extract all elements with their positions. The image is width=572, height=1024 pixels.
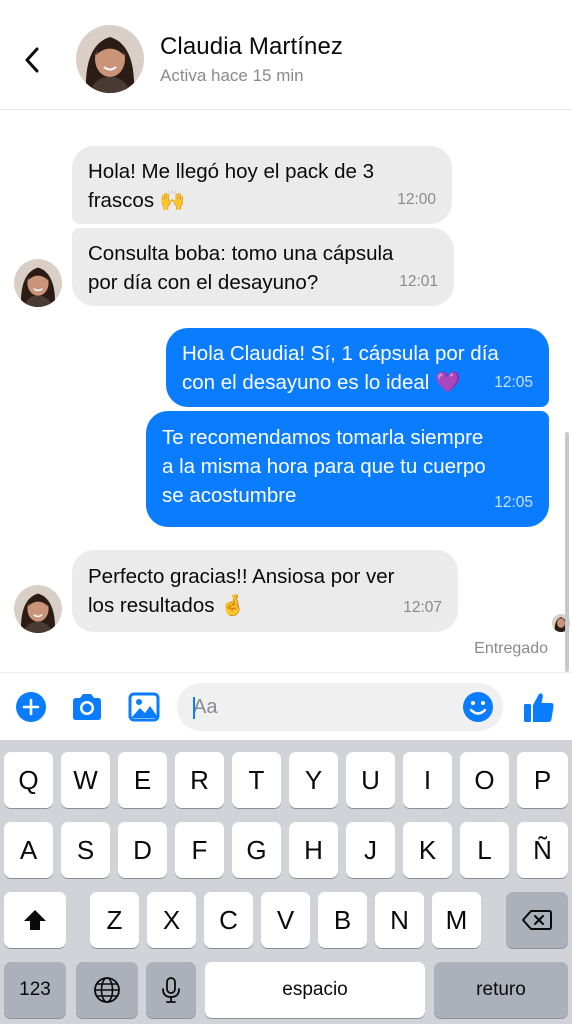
message-input[interactable]: [177, 683, 503, 731]
contact-avatar[interactable]: [14, 585, 62, 633]
keyboard: Q W E R T Y U I O P A S D F G H J K L Ñ …: [0, 740, 572, 1024]
plus-icon: [16, 692, 46, 722]
key-q[interactable]: Q: [4, 752, 53, 808]
emoji-button[interactable]: [461, 690, 495, 724]
camera-icon: [73, 694, 101, 720]
key-x[interactable]: X: [147, 892, 196, 948]
message-text: Hola! Me llegó hoy el pack de 3 frascos …: [88, 160, 375, 212]
message-bubble-incoming[interactable]: Perfecto gracias!! Ansiosa por ver los r…: [72, 550, 458, 632]
key-t[interactable]: T: [232, 752, 281, 808]
message-text: Hola Claudia! Sí, 1 cápsula por día con …: [182, 342, 499, 394]
gallery-button[interactable]: [127, 690, 161, 724]
contact-name[interactable]: Claudia Martínez: [160, 33, 343, 61]
key-e[interactable]: E: [118, 752, 167, 808]
message-text: Consulta boba: tomo una cápsula por día …: [88, 242, 394, 294]
emoji-icon: [463, 692, 493, 722]
message-time: 12:00: [397, 191, 436, 208]
chat-header: Claudia Martínez Activa hace 15 min: [0, 0, 572, 110]
key-d[interactable]: D: [118, 822, 167, 878]
contact-avatar[interactable]: [14, 259, 62, 307]
message-time: 12:01: [399, 273, 438, 290]
delete-key[interactable]: [506, 892, 568, 948]
globe-icon: [94, 977, 120, 1003]
message-bubble-incoming[interactable]: Consulta boba: tomo una cápsula por día …: [72, 228, 454, 306]
chevron-left-icon: [25, 47, 39, 73]
space-key[interactable]: espacio: [205, 962, 425, 1018]
message-time: 12:05: [494, 374, 533, 391]
key-u[interactable]: U: [346, 752, 395, 808]
key-h[interactable]: H: [289, 822, 338, 878]
key-c[interactable]: C: [204, 892, 253, 948]
key-l[interactable]: L: [460, 822, 509, 878]
text-cursor: [193, 697, 195, 719]
back-button[interactable]: [18, 44, 46, 76]
globe-key[interactable]: [76, 962, 138, 1018]
numbers-key[interactable]: 123: [4, 962, 66, 1018]
key-b[interactable]: B: [318, 892, 367, 948]
backspace-icon: [522, 910, 552, 930]
key-g[interactable]: G: [232, 822, 281, 878]
key-enye[interactable]: Ñ: [517, 822, 568, 878]
shift-arrow-icon: [24, 910, 46, 930]
contact-status: Activa hace 15 min: [160, 66, 304, 85]
camera-button[interactable]: [70, 690, 104, 724]
plus-button[interactable]: [14, 690, 48, 724]
key-k[interactable]: K: [403, 822, 452, 878]
message-bubble-outgoing[interactable]: Te recomendamos tomarla siempre a la mis…: [146, 411, 549, 527]
dictation-key[interactable]: [146, 962, 196, 1018]
thumbs-up-icon: [524, 693, 554, 722]
message-text: Te recomendamos tomarla siempre a la mis…: [162, 426, 486, 507]
delivery-status: Entregado: [474, 640, 548, 657]
like-button[interactable]: [522, 690, 556, 724]
key-m[interactable]: M: [432, 892, 481, 948]
return-key[interactable]: returo: [434, 962, 568, 1018]
message-bubble-incoming[interactable]: Hola! Me llegó hoy el pack de 3 frascos …: [72, 146, 452, 224]
key-n[interactable]: N: [375, 892, 424, 948]
message-bubble-outgoing[interactable]: Hola Claudia! Sí, 1 cápsula por día con …: [166, 328, 549, 407]
key-i[interactable]: I: [403, 752, 452, 808]
key-z[interactable]: Z: [90, 892, 139, 948]
message-text: Perfecto gracias!! Ansiosa por ver los r…: [88, 565, 395, 617]
key-p[interactable]: P: [517, 752, 568, 808]
key-r[interactable]: R: [175, 752, 224, 808]
microphone-icon: [162, 977, 180, 1003]
image-icon: [128, 692, 160, 722]
key-j[interactable]: J: [346, 822, 395, 878]
scroll-indicator[interactable]: [565, 432, 569, 672]
key-a[interactable]: A: [4, 822, 53, 878]
message-time: 12:05: [494, 494, 533, 511]
key-s[interactable]: S: [61, 822, 110, 878]
message-time: 12:07: [403, 599, 442, 616]
key-v[interactable]: V: [261, 892, 310, 948]
key-o[interactable]: O: [460, 752, 509, 808]
shift-key[interactable]: [4, 892, 66, 948]
key-w[interactable]: W: [61, 752, 110, 808]
key-f[interactable]: F: [175, 822, 224, 878]
message-composer: [0, 672, 572, 740]
key-y[interactable]: Y: [289, 752, 338, 808]
contact-avatar[interactable]: [76, 25, 144, 93]
